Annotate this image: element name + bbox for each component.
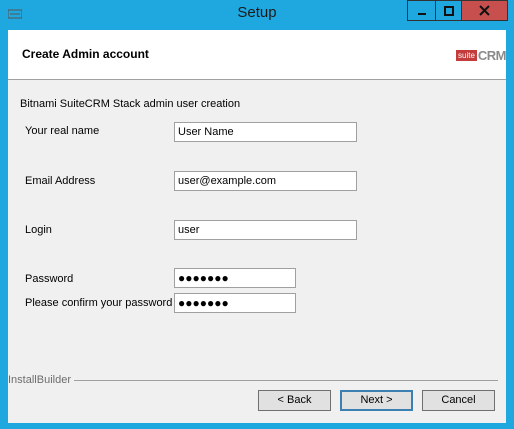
email-label: Email Address (25, 175, 96, 187)
email-input[interactable]: user@example.com (174, 171, 357, 191)
installbuilder-label: InstallBuilder (8, 374, 71, 386)
minimize-icon (417, 12, 426, 15)
login-label: Login (25, 224, 52, 236)
real-name-input[interactable]: User Name (174, 122, 357, 142)
cancel-button[interactable]: Cancel (422, 390, 495, 411)
wizard-header: Create Admin account suite CRM (8, 30, 507, 80)
close-icon (479, 5, 490, 16)
confirm-password-input[interactable]: ●●●●●●● (174, 293, 296, 313)
next-button[interactable]: Next > (340, 390, 413, 411)
login-input[interactable]: user (174, 220, 357, 240)
maximize-button[interactable] (436, 0, 462, 21)
maximize-icon (443, 5, 454, 16)
back-button[interactable]: < Back (258, 390, 331, 411)
title-bar[interactable]: Setup (0, 0, 514, 29)
password-label: Password (25, 273, 74, 285)
footer-divider (74, 380, 498, 381)
logo-crm-text: CRM (477, 48, 507, 63)
real-name-label: Your real name (25, 125, 100, 137)
suitecrm-logo: suite CRM (456, 48, 507, 63)
section-title: Bitnami SuiteCRM Stack admin user creati… (20, 98, 241, 110)
logo-suite-text: suite (456, 50, 477, 61)
dialog-client-area: Create Admin account suite CRM Bitnami S… (8, 30, 507, 423)
password-input[interactable]: ●●●●●●● (174, 268, 296, 288)
setup-window: Setup Create Admin account suite CRM Bit… (0, 0, 514, 429)
minimize-button[interactable] (407, 0, 436, 21)
confirm-password-label: Please confirm your password (25, 297, 173, 309)
close-button[interactable] (462, 0, 508, 21)
page-title: Create Admin account (22, 47, 149, 61)
